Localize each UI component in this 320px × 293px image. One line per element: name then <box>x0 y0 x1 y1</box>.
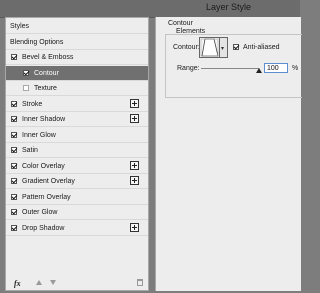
style-item-color-overlay[interactable]: Color Overlay <box>6 159 148 174</box>
window-title: Layer Style <box>206 2 252 12</box>
style-checkbox[interactable] <box>11 116 17 122</box>
style-checkbox[interactable] <box>11 131 17 138</box>
contour-dropdown-button[interactable]: ▾ <box>220 37 228 58</box>
style-item-inner-shadow[interactable]: Inner Shadow <box>6 112 148 127</box>
style-item-label: Gradient Overlay <box>22 178 75 185</box>
anti-aliased-label: Anti-aliased <box>243 44 280 51</box>
style-item-label: Bevel & Emboss <box>22 54 74 61</box>
style-item-label: Drop Shadow <box>22 224 65 232</box>
style-checkbox[interactable] <box>11 224 17 231</box>
range-input[interactable] <box>264 63 288 73</box>
style-item-label: Color Overlay <box>22 162 65 170</box>
style-item-pattern-overlay[interactable]: Pattern Overlay <box>6 190 148 205</box>
add-instance-icon[interactable] <box>130 160 139 170</box>
add-instance-icon[interactable] <box>130 98 139 108</box>
style-item-label: Outer Glow <box>22 209 58 216</box>
style-item-drop-shadow[interactable]: Drop Shadow <box>6 221 148 236</box>
style-item-label: Stroke <box>22 100 43 108</box>
style-item-satin[interactable]: Satin <box>6 143 148 158</box>
contour-picker[interactable] <box>199 37 220 58</box>
chevron-down-icon: ▾ <box>221 46 225 52</box>
anti-aliased-checkbox[interactable] <box>233 44 239 50</box>
title-bar: Layer Style <box>0 0 300 18</box>
add-instance-icon[interactable] <box>130 114 139 123</box>
style-checkbox[interactable] <box>11 193 17 200</box>
trash-icon[interactable] <box>137 279 143 286</box>
move-up-icon[interactable] <box>36 280 42 285</box>
group-title: Elements <box>176 28 206 35</box>
style-item-label: Satin <box>22 147 38 154</box>
contour-settings-panel: Contour Elements Contour: ▾ Anti-aliased… <box>155 17 302 291</box>
style-checkbox[interactable] <box>11 100 17 107</box>
styles-list-panel: Styles Blending Options Bevel & Emboss Cont… <box>5 17 149 291</box>
style-item-label: Contour <box>34 69 59 77</box>
style-item-label: Styles <box>10 23 30 30</box>
style-item-gradient-overlay[interactable]: Gradient Overlay <box>6 174 148 189</box>
style-checkbox[interactable] <box>11 178 17 184</box>
style-checkbox[interactable] <box>11 209 17 215</box>
range-unit: % <box>292 65 299 72</box>
contour-curve-icon <box>200 38 219 57</box>
style-item-styles[interactable]: Styles <box>6 19 148 34</box>
style-item-outer-glow[interactable]: Outer Glow <box>6 205 148 220</box>
style-item-inner-glow[interactable]: Inner Glow <box>6 128 148 143</box>
style-item-label: Inner Shadow <box>22 116 66 123</box>
add-instance-icon[interactable] <box>130 176 139 185</box>
style-item-label: Texture <box>34 85 57 92</box>
style-checkbox[interactable] <box>11 54 17 60</box>
range-slider-thumb[interactable] <box>256 68 262 73</box>
style-checkbox[interactable] <box>11 162 17 169</box>
style-item-blending-options[interactable]: Blending Options <box>6 35 148 50</box>
range-label: Range: <box>177 65 200 72</box>
styles-bottom-bar: fx <box>6 277 148 290</box>
style-item-bevel-emboss[interactable]: Bevel & Emboss <box>6 50 148 65</box>
style-checkbox[interactable] <box>23 69 29 76</box>
style-item-label: Blending Options <box>10 38 64 46</box>
contour-label: Contour: <box>173 44 200 51</box>
section-title: Contour <box>168 20 193 27</box>
style-checkbox[interactable] <box>23 85 29 91</box>
add-instance-icon[interactable] <box>130 222 139 232</box>
move-down-icon[interactable] <box>50 280 56 285</box>
style-item-label: Pattern Overlay <box>22 193 71 201</box>
style-item-texture[interactable]: Texture <box>6 81 148 96</box>
style-checkbox[interactable] <box>11 147 17 153</box>
range-slider[interactable] <box>201 68 259 69</box>
fx-button[interactable]: fx <box>14 279 21 288</box>
style-item-contour[interactable]: Contour <box>6 65 148 81</box>
style-item-label: Inner Glow <box>22 131 56 139</box>
style-item-stroke[interactable]: Stroke <box>6 97 148 112</box>
